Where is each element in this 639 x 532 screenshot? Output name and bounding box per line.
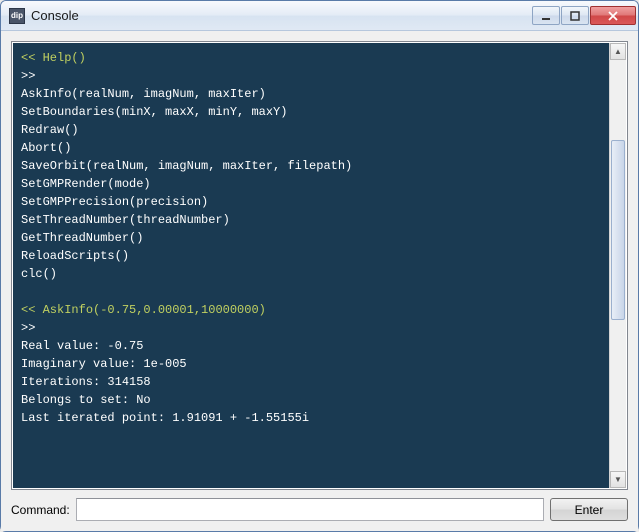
titlebar[interactable]: dip Console	[1, 1, 638, 31]
scrollbar-vertical[interactable]: ▲ ▼	[609, 43, 626, 488]
maximize-button[interactable]	[561, 6, 589, 25]
scroll-up-icon[interactable]: ▲	[610, 43, 626, 60]
window-frame: dip Console << Help() >> AskInfo(realNum…	[0, 0, 639, 532]
close-button[interactable]	[590, 6, 636, 25]
window-title: Console	[31, 8, 532, 23]
scroll-track[interactable]	[610, 60, 626, 471]
app-icon: dip	[9, 8, 25, 24]
command-row: Command: Enter	[11, 498, 628, 521]
scroll-thumb[interactable]	[611, 140, 625, 320]
command-label: Command:	[11, 503, 70, 517]
console-frame: << Help() >> AskInfo(realNum, imagNum, m…	[11, 41, 628, 490]
window-controls	[532, 6, 636, 25]
client-area: << Help() >> AskInfo(realNum, imagNum, m…	[1, 31, 638, 531]
console-output[interactable]: << Help() >> AskInfo(realNum, imagNum, m…	[13, 43, 609, 488]
minimize-button[interactable]	[532, 6, 560, 25]
enter-button[interactable]: Enter	[550, 498, 628, 521]
command-input[interactable]	[76, 498, 544, 521]
scroll-down-icon[interactable]: ▼	[610, 471, 626, 488]
